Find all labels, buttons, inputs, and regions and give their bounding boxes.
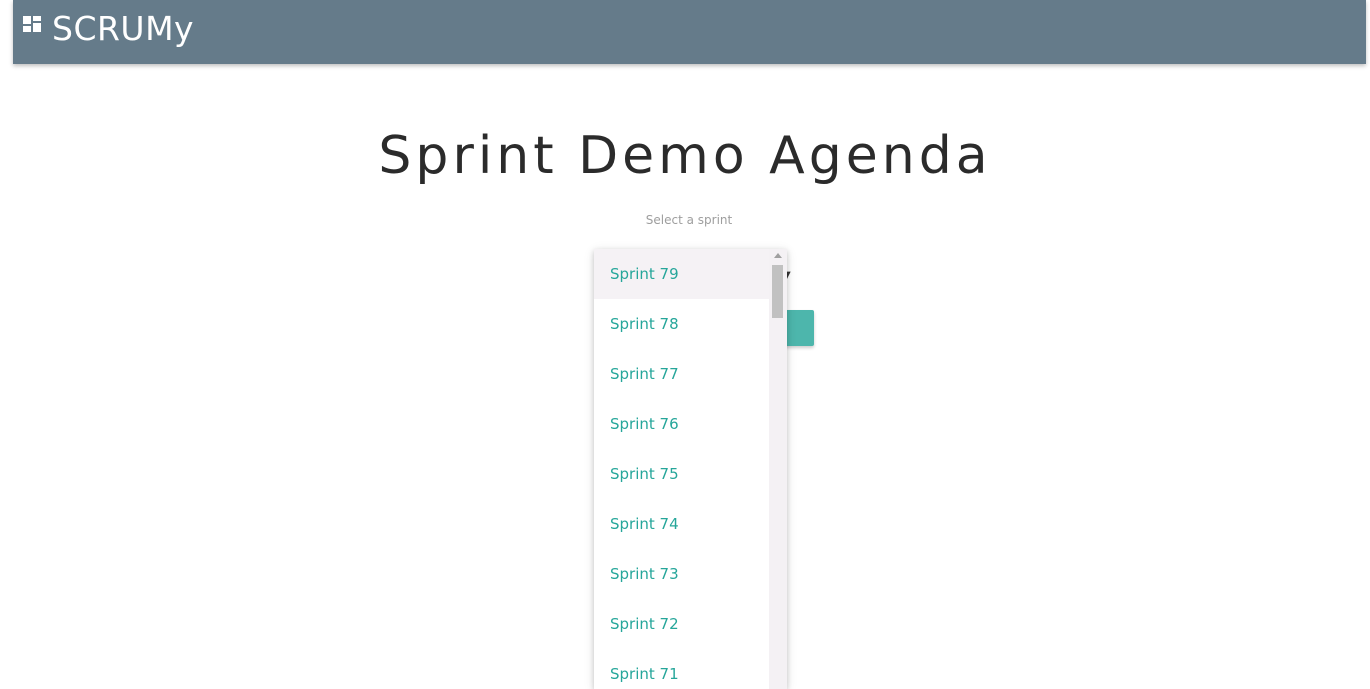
sprint-option[interactable]: Sprint 71 xyxy=(594,649,769,689)
sprint-option[interactable]: Sprint 76 xyxy=(594,399,769,449)
sprint-option[interactable]: Sprint 79 xyxy=(594,249,769,299)
sprint-option[interactable]: Sprint 72 xyxy=(594,599,769,649)
sprint-option[interactable]: Sprint 78 xyxy=(594,299,769,349)
sprint-option[interactable]: Sprint 73 xyxy=(594,549,769,599)
sprint-options-list: Sprint 79 Sprint 78 Sprint 77 Sprint 76 … xyxy=(594,249,769,689)
sprint-option[interactable]: Sprint 77 xyxy=(594,349,769,399)
dashboard-grid-icon[interactable] xyxy=(23,16,41,32)
scroll-up-arrow-icon[interactable] xyxy=(774,253,782,258)
page-title: Sprint Demo Agenda xyxy=(378,126,992,186)
top-navbar: SCRUMy xyxy=(13,0,1366,64)
sprint-dropdown[interactable]: Sprint 79 Sprint 78 Sprint 77 Sprint 76 … xyxy=(594,249,787,689)
scroll-thumb[interactable] xyxy=(772,265,783,318)
brand-logo[interactable]: SCRUMy xyxy=(52,9,194,48)
sprint-option[interactable]: Sprint 75 xyxy=(594,449,769,499)
sprint-option[interactable]: Sprint 74 xyxy=(594,499,769,549)
sprint-select-label: Select a sprint xyxy=(645,213,733,227)
dropdown-scrollbar[interactable] xyxy=(769,249,787,689)
